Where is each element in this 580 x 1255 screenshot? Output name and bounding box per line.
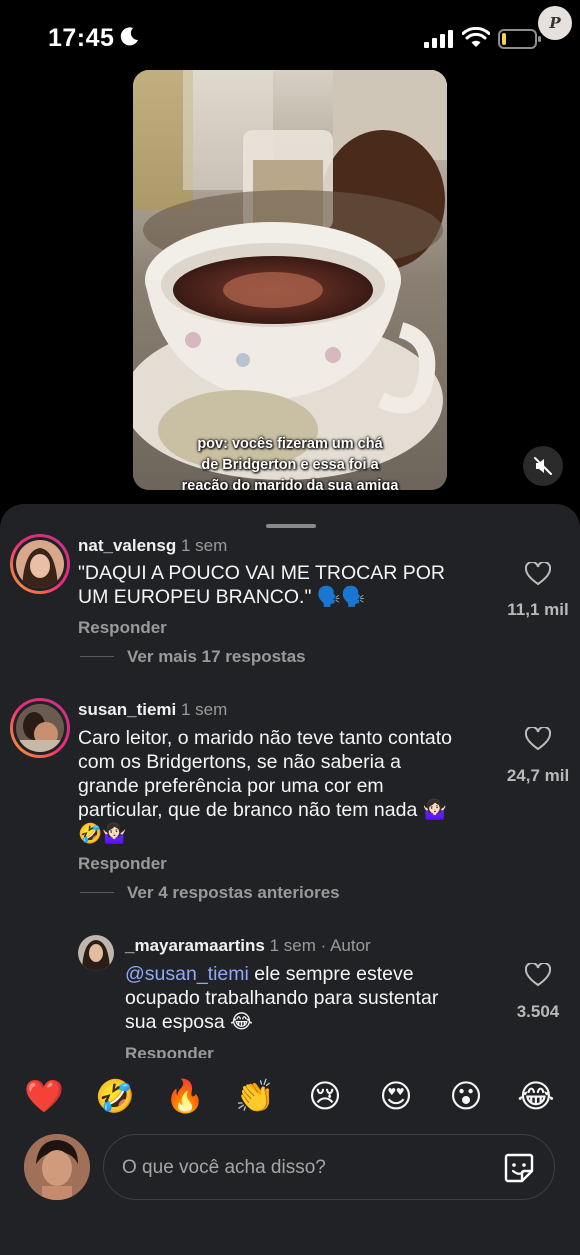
comment-line: UM EUROPEU BRANCO." 🗣️🗣️	[78, 586, 366, 608]
replies-divider	[80, 892, 114, 893]
battery-icon	[498, 29, 541, 49]
view-more-replies-button[interactable]: Ver mais 17 respostas	[127, 647, 306, 667]
comment-line: com os Bridgertons, se não saberia a	[78, 751, 402, 773]
reaction-cry[interactable]: 😢	[305, 1076, 345, 1116]
like-count: 3.504	[516, 1002, 560, 1021]
reaction-bar: ❤️ 🤣 🔥 👏 😢 😍 😮 😂 O que você acha disso?	[0, 1058, 580, 1255]
avatar[interactable]	[10, 534, 70, 594]
comment-line: grande preferência por uma cor em	[78, 775, 384, 797]
like-heart-icon[interactable]	[525, 562, 551, 586]
reaction-fire[interactable]: 🔥	[165, 1076, 205, 1116]
comment-line: ocupado trabalhando para sustentar	[125, 987, 439, 1009]
comment-text: @susan_tiemi ele sempre esteve ocupado t…	[125, 962, 438, 1034]
status-bar: 17:45 P	[0, 0, 580, 70]
reply-button[interactable]: Responder	[78, 854, 167, 874]
comment-username[interactable]: _mayaramaartins 1 sem · Autor	[125, 936, 371, 956]
view-previous-replies-button[interactable]: Ver 4 respostas anteriores	[127, 883, 340, 903]
reaction-rofl[interactable]: 🤣	[95, 1076, 135, 1116]
caption-line: de Bridgerton e essa foi a	[201, 457, 379, 473]
sheet-grabber[interactable]	[266, 524, 316, 528]
avatar[interactable]	[78, 935, 114, 971]
comment-input-placeholder: O que você acha disso?	[122, 1157, 326, 1178]
reaction-heart[interactable]: ❤️	[24, 1076, 64, 1116]
comment-input[interactable]: O que você acha disso?	[103, 1134, 555, 1200]
reaction-clap[interactable]: 👏	[235, 1076, 275, 1116]
like-count: 11,1 mil	[507, 600, 569, 619]
comment-text: "DAQUI A POUCO VAI ME TROCAR POR UM EURO…	[78, 561, 445, 609]
avatar[interactable]	[10, 698, 70, 758]
reply-button[interactable]: Responder	[78, 618, 167, 638]
video-frame	[133, 70, 447, 490]
moon-icon	[120, 27, 138, 46]
comment-username[interactable]: susan_tiemi 1 sem	[78, 700, 227, 720]
like-count: 24,7 mil	[506, 766, 570, 785]
username-text[interactable]: susan_tiemi	[78, 700, 176, 719]
comment-time: 1 sem	[181, 700, 228, 719]
comment-line: "DAQUI A POUCO VAI ME TROCAR POR	[78, 562, 446, 584]
comment-text: Caro leitor, o marido não teve tanto con…	[78, 726, 452, 846]
mute-button[interactable]	[523, 446, 563, 486]
like-heart-icon[interactable]	[525, 727, 551, 751]
comment-line: particular, que de branco não tem nada 🤷…	[78, 799, 448, 821]
comment-line: @susan_tiemi ele sempre esteve	[125, 962, 438, 986]
current-user-avatar	[24, 1134, 90, 1200]
sticker-icon[interactable]	[502, 1151, 536, 1185]
username-text[interactable]: nat_valensg	[78, 536, 176, 555]
comment-line-text: ele sempre esteve	[248, 963, 414, 985]
reaction-surprised[interactable]: 😮	[446, 1076, 486, 1116]
reaction-joy[interactable]: 😂	[516, 1076, 556, 1116]
comment-time: 1 sem	[269, 936, 316, 955]
username-text[interactable]: _mayaramaartins	[125, 936, 265, 955]
like-heart-icon[interactable]	[525, 963, 551, 987]
mention-link[interactable]: @susan_tiemi	[125, 963, 249, 985]
comment-line: sua esposa 😂	[125, 1011, 253, 1033]
reaction-heart-eyes[interactable]: 😍	[376, 1076, 416, 1116]
replies-divider	[80, 656, 114, 657]
cellular-signal-icon	[424, 30, 453, 48]
video-caption: pov: vocês fizeram um chá de Bridgerton …	[133, 434, 447, 490]
comment-time: 1 sem	[181, 536, 228, 555]
comment-line: Caro leitor, o marido não teve tanto con…	[78, 727, 452, 749]
wifi-icon	[462, 27, 490, 47]
watermark-logo: P	[538, 6, 572, 40]
caption-line: reação do marido da sua amiga	[181, 478, 399, 490]
author-badge: · Autor	[320, 936, 371, 955]
speaker-muted-icon	[534, 457, 552, 475]
reel-video[interactable]: pov: vocês fizeram um chá de Bridgerton …	[133, 70, 447, 490]
comment-line: 🤣🤷🏻‍♀️	[78, 823, 127, 845]
caption-line: pov: vocês fizeram um chá	[197, 436, 383, 452]
comment-username[interactable]: nat_valensg 1 sem	[78, 536, 227, 556]
status-time: 17:45	[48, 24, 115, 52]
